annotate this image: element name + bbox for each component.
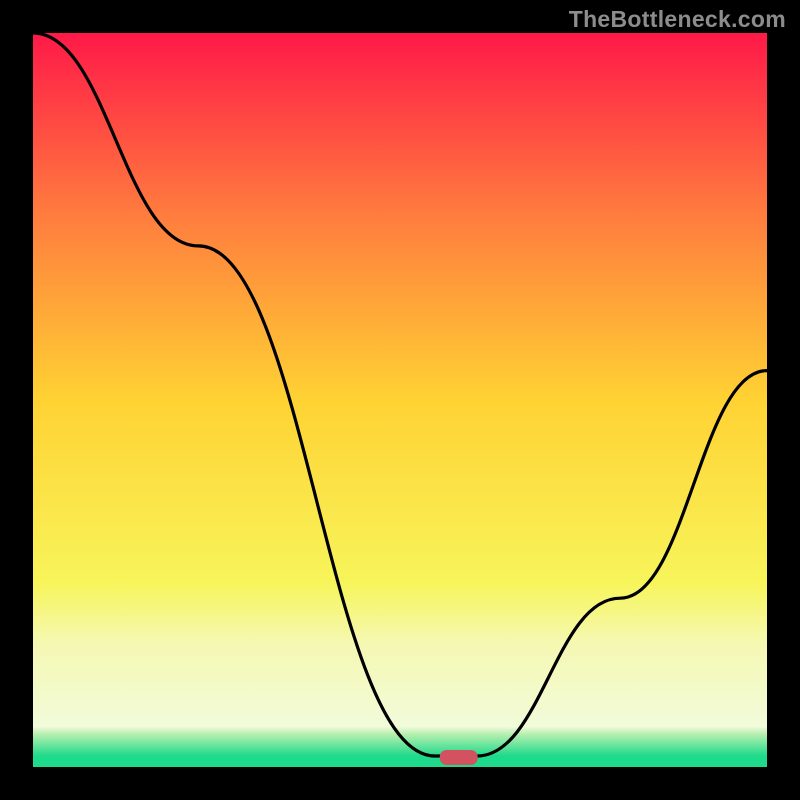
watermark-label: TheBottleneck.com <box>569 6 786 33</box>
optimum-marker <box>440 750 478 765</box>
plot-background <box>33 33 767 767</box>
bottleneck-plot <box>0 0 800 800</box>
